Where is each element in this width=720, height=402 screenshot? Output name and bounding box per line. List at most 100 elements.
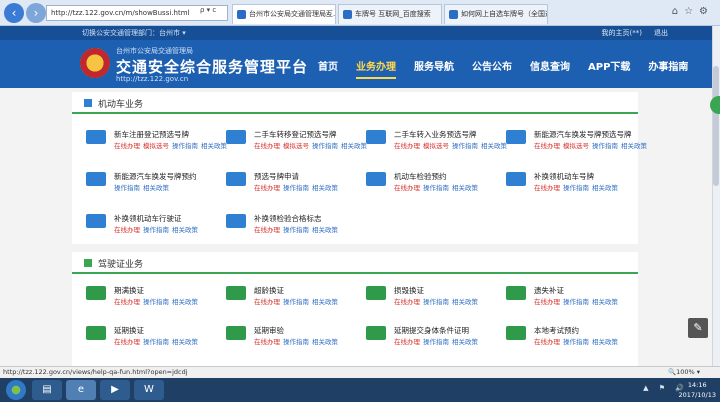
service-link-model[interactable]: 模拟选号 — [423, 142, 449, 150]
service-link-online[interactable]: 在线办理 — [534, 298, 560, 306]
browser-tab[interactable]: 如何网上自选车牌号（全国通... — [444, 4, 548, 24]
tab-close-icon[interactable]: × — [325, 5, 331, 23]
logout-link[interactable]: 退出 — [654, 26, 668, 40]
service-link-guide[interactable]: 操作指南 — [283, 226, 309, 234]
service-link-guide[interactable]: 操作指南 — [283, 184, 309, 192]
ie-icon[interactable]: e — [66, 380, 96, 400]
service-link-policy[interactable]: 相关政策 — [592, 298, 618, 306]
service-name[interactable]: 新能源汽车换发号牌预选号牌 — [534, 129, 632, 140]
service-item[interactable]: 预选号牌申请 在线办理 操作指南 相关政策 — [220, 170, 360, 196]
address-tools[interactable]: ρ ▾ c — [200, 6, 216, 14]
service-item[interactable]: 延期审验在线办理 操作指南 相关政策 — [220, 324, 360, 350]
service-link-online[interactable]: 在线办理 — [114, 226, 140, 234]
browser-tab[interactable]: 台州市公安局交通管理局互... × — [232, 4, 336, 24]
service-item[interactable]: 损毁换证 在线办理 操作指南 相关政策 — [360, 284, 500, 310]
browser-tab[interactable]: 车牌号 互联网_百度搜索 — [338, 4, 442, 24]
service-link-guide[interactable]: 操作指南 — [592, 142, 618, 150]
nav-guide[interactable]: 办事指南 — [648, 58, 688, 73]
service-link-model[interactable]: 模拟选号 — [143, 142, 169, 150]
service-name[interactable]: 延期审验 — [254, 325, 284, 336]
service-name[interactable]: 新能源汽车换发号牌预约 — [114, 171, 197, 182]
service-name[interactable]: 补换领检验合格标志 — [254, 213, 322, 224]
service-link-online[interactable]: 在线办理 — [114, 142, 140, 150]
service-link-guide[interactable]: 操作指南 — [143, 298, 169, 306]
service-name[interactable]: 补换领机动车号牌 — [534, 171, 594, 182]
service-link-guide[interactable]: 操作指南 — [563, 184, 589, 192]
service-link-policy[interactable]: 相关政策 — [312, 184, 338, 192]
service-item[interactable]: 机动车检验预约 在线办理 操作指南 相关政策 — [360, 170, 500, 196]
service-link-policy[interactable]: 相关政策 — [172, 226, 198, 234]
zoom-level[interactable]: 🔍100% ▾ — [668, 367, 700, 378]
service-link-policy[interactable]: 相关政策 — [312, 226, 338, 234]
service-link-online[interactable]: 在线办理 — [114, 298, 140, 306]
service-link-online[interactable]: 在线办理 — [394, 184, 420, 192]
service-name[interactable]: 机动车检验预约 — [394, 171, 447, 182]
service-link-policy[interactable]: 相关政策 — [592, 338, 618, 346]
service-link-policy[interactable]: 相关政策 — [452, 184, 478, 192]
service-item[interactable]: 新能源汽车换发号牌预选号牌 在线办理 模拟选号 操作指南 相关政策 — [500, 128, 647, 154]
service-link-guide[interactable]: 操作指南 — [283, 338, 309, 346]
page-scrollbar[interactable] — [712, 26, 720, 366]
login-link[interactable]: 我的主页(**) — [602, 26, 642, 40]
service-link-online[interactable]: 在线办理 — [254, 298, 280, 306]
service-link-online[interactable]: 在线办理 — [534, 142, 560, 150]
service-name[interactable]: 延期换证 — [114, 325, 144, 336]
back-icon[interactable]: ‹ — [4, 3, 24, 23]
service-link-guide[interactable]: 操作指南 — [312, 142, 338, 150]
service-link-guide[interactable]: 操作指南 — [143, 226, 169, 234]
service-item[interactable]: 新车注册登记预选号牌 在线办理 模拟选号 操作指南 相关政策 — [80, 128, 227, 154]
service-item[interactable]: 补换领检验合格标志 在线办理 操作指南 相关政策 — [220, 212, 360, 238]
nav-app[interactable]: APP下载 — [588, 58, 630, 73]
service-name[interactable]: 延期提交身体条件证明 — [394, 325, 469, 336]
service-name[interactable]: 本地考试预约 — [534, 325, 579, 336]
forward-icon[interactable]: › — [26, 3, 46, 23]
service-link-guide[interactable]: 操作指南 — [423, 298, 449, 306]
service-link-policy[interactable]: 相关政策 — [172, 298, 198, 306]
service-link-policy[interactable]: 相关政策 — [312, 298, 338, 306]
service-link-online[interactable]: 在线办理 — [534, 338, 560, 346]
service-item[interactable]: 补换领机动车行驶证 在线办理 操作指南 相关政策 — [80, 212, 220, 238]
service-item[interactable]: 超龄换证在线办理 操作指南 相关政策 — [220, 284, 360, 310]
service-link-guide[interactable]: 操作指南 — [423, 338, 449, 346]
service-link-online[interactable]: 在线办理 — [254, 226, 280, 234]
service-item[interactable]: 期满换证在线办理 操作指南 相关政策 — [80, 284, 220, 310]
service-item[interactable]: 二手车转入业务预选号牌 在线办理 模拟选号 操作指南 相关政策 — [360, 128, 507, 154]
service-item[interactable]: 延期换证在线办理 操作指南 相关政策 — [80, 324, 220, 350]
service-item[interactable]: 本地考试预约 在线办理 操作指南 相关政策 — [500, 324, 640, 350]
service-name[interactable]: 补换领机动车行驶证 — [114, 213, 182, 224]
nav-query[interactable]: 信息查询 — [530, 58, 570, 73]
service-link-online[interactable]: 在线办理 — [254, 338, 280, 346]
service-name[interactable]: 损毁换证 — [394, 285, 424, 296]
service-link-guide[interactable]: 操作指南 — [172, 142, 198, 150]
service-link-model[interactable]: 模拟选号 — [563, 142, 589, 150]
service-link-guide[interactable]: 操作指南 — [143, 338, 169, 346]
edit-icon[interactable]: ✎ — [688, 318, 708, 338]
service-link-online[interactable]: 在线办理 — [254, 142, 280, 150]
start-button-icon[interactable] — [6, 380, 26, 400]
media-icon[interactable]: ▶ — [100, 380, 130, 400]
service-item[interactable]: 延期提交身体条件证明 在线办理 操作指南 相关政策 — [360, 324, 500, 350]
nav-home[interactable]: 首页 — [318, 58, 338, 73]
service-link-policy[interactable]: 相关政策 — [592, 184, 618, 192]
service-link-guide[interactable]: 操作指南 — [563, 338, 589, 346]
service-item[interactable]: 二手车转移登记预选号牌 在线办理 模拟选号 操作指南 相关政策 — [220, 128, 367, 154]
service-name[interactable]: 二手车转入业务预选号牌 — [394, 129, 477, 140]
service-name[interactable]: 超龄换证 — [254, 285, 284, 296]
service-item[interactable]: 新能源汽车换发号牌预约 操作指南 相关政策 — [80, 170, 220, 196]
nav-business[interactable]: 业务办理 — [356, 58, 396, 79]
service-item[interactable]: 遗失补证 在线办理 操作指南 相关政策 — [500, 284, 640, 310]
service-link-online[interactable]: 在线办理 — [254, 184, 280, 192]
service-link-policy[interactable]: 相关政策 — [312, 338, 338, 346]
service-name[interactable]: 期满换证 — [114, 285, 144, 296]
service-link-policy[interactable]: 相关政策 — [621, 142, 647, 150]
nav-notice[interactable]: 公告公布 — [472, 58, 512, 73]
service-link-policy[interactable]: 相关政策 — [172, 338, 198, 346]
service-link-guide[interactable]: 操作指南 — [114, 184, 140, 192]
wps-icon[interactable]: W — [134, 380, 164, 400]
service-name[interactable]: 二手车转移登记预选号牌 — [254, 129, 337, 140]
service-link-online[interactable]: 在线办理 — [114, 338, 140, 346]
service-link-guide[interactable]: 操作指南 — [563, 298, 589, 306]
explorer-icon[interactable]: ▤ — [32, 380, 62, 400]
nav-service[interactable]: 服务导航 — [414, 58, 454, 73]
service-link-guide[interactable]: 操作指南 — [283, 298, 309, 306]
